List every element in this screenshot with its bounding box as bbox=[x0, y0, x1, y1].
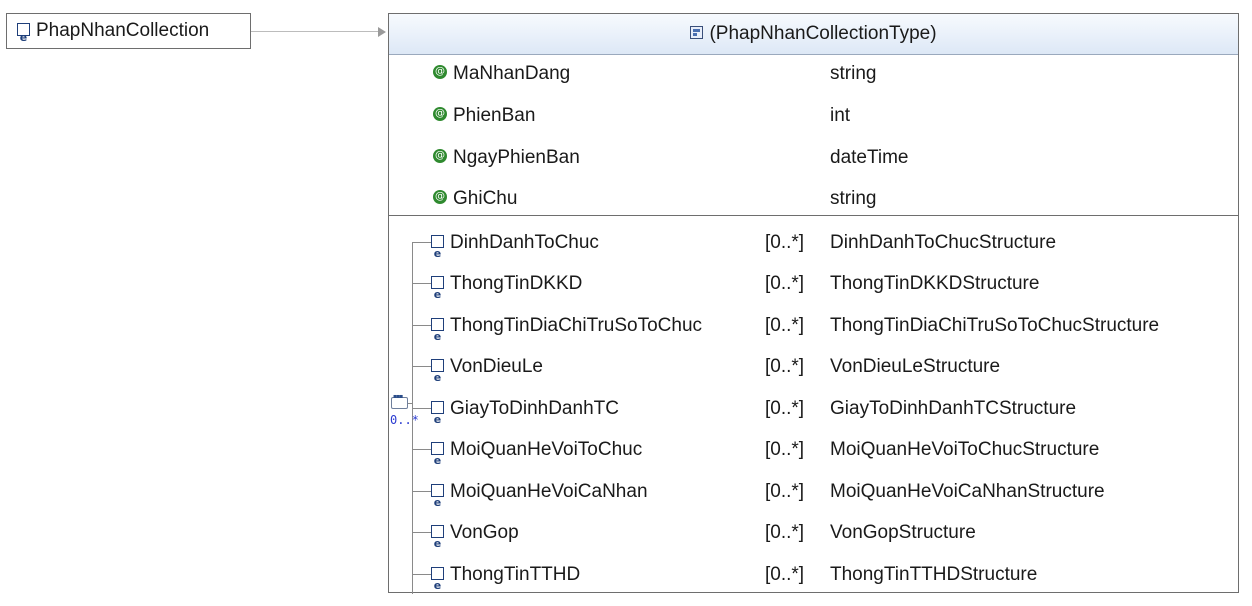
complex-type-header[interactable]: (PhapNhanCollectionType) bbox=[389, 14, 1238, 55]
connector-arrow-icon bbox=[378, 27, 386, 37]
sequence-compositor-icon[interactable] bbox=[391, 393, 408, 409]
element-name: MoiQuanHeVoiCaNhan bbox=[450, 481, 648, 502]
attribute-type: string bbox=[830, 188, 877, 209]
tree-connector bbox=[412, 449, 431, 450]
attribute-name: MaNhanDang bbox=[453, 63, 571, 84]
complex-type-icon bbox=[690, 26, 704, 40]
element-cardinality: [0..*] bbox=[765, 398, 805, 419]
tree-connector bbox=[412, 325, 431, 326]
child-element-row[interactable]: ThongTinDKKD [0..*] ThongTinDKKDStructur… bbox=[389, 263, 1238, 315]
child-element-row[interactable]: VonDieuLe [0..*] VonDieuLeStructure bbox=[389, 346, 1238, 398]
element-type: MoiQuanHeVoiToChucStructure bbox=[830, 439, 1100, 460]
tree-connector bbox=[412, 366, 431, 367]
attribute-row[interactable]: @ MaNhanDang string bbox=[389, 53, 1238, 95]
element-cardinality: [0..*] bbox=[765, 232, 805, 253]
element-name: VonGop bbox=[450, 522, 519, 543]
tree-connector bbox=[412, 491, 431, 492]
sequence-cardinality: 0..* bbox=[390, 413, 419, 427]
tree-connector bbox=[412, 532, 431, 533]
child-element-row[interactable]: ThongTinTTHD [0..*] ThongTinTTHDStructur… bbox=[389, 554, 1238, 606]
attribute-type: dateTime bbox=[830, 147, 909, 168]
element-cardinality: [0..*] bbox=[765, 564, 805, 585]
attribute-row[interactable]: @ GhiChu string bbox=[389, 178, 1238, 220]
root-element-label: PhapNhanCollection bbox=[36, 20, 210, 41]
attribute-type: string bbox=[830, 63, 877, 84]
element-cardinality: [0..*] bbox=[765, 522, 805, 543]
attribute-icon: @ bbox=[433, 148, 447, 163]
attribute-type: int bbox=[830, 105, 851, 126]
element-name: ThongTinDKKD bbox=[450, 273, 583, 294]
attribute-row[interactable]: @ NgayPhienBan dateTime bbox=[389, 137, 1238, 179]
sequence-connector bbox=[408, 403, 412, 404]
element-cardinality: [0..*] bbox=[765, 273, 805, 294]
element-name: DinhDanhToChuc bbox=[450, 232, 599, 253]
element-name: ThongTinTTHD bbox=[450, 564, 581, 585]
tree-connector bbox=[412, 408, 431, 409]
element-name: VonDieuLe bbox=[450, 356, 543, 377]
child-element-row[interactable]: ThongTinDiaChiTruSoToChuc [0..*] ThongTi… bbox=[389, 305, 1238, 357]
element-icon bbox=[431, 357, 444, 398]
element-type: VonGopStructure bbox=[830, 522, 976, 543]
child-element-row[interactable]: VonGop [0..*] VonGopStructure bbox=[389, 512, 1238, 564]
child-element-row[interactable]: MoiQuanHeVoiToChuc [0..*] MoiQuanHeVoiTo… bbox=[389, 429, 1238, 481]
element-cardinality: [0..*] bbox=[765, 315, 805, 336]
element-icon bbox=[431, 482, 444, 523]
element-type: ThongTinTTHDStructure bbox=[830, 564, 1038, 585]
tree-connector bbox=[412, 242, 431, 243]
element-icon bbox=[431, 316, 444, 357]
element-icon bbox=[431, 523, 444, 564]
element-icon bbox=[431, 399, 444, 440]
attribute-name: GhiChu bbox=[453, 188, 518, 209]
element-type: GiayToDinhDanhTCStructure bbox=[830, 398, 1077, 419]
element-type: MoiQuanHeVoiCaNhanStructure bbox=[830, 481, 1105, 502]
child-element-row[interactable]: MoiQuanHeVoiCaNhan [0..*] MoiQuanHeVoiCa… bbox=[389, 471, 1238, 523]
element-type: VonDieuLeStructure bbox=[830, 356, 1001, 377]
attribute-icon: @ bbox=[433, 106, 447, 121]
element-icon bbox=[431, 274, 444, 315]
element-type: ThongTinDKKDStructure bbox=[830, 273, 1040, 294]
child-element-row[interactable]: GiayToDinhDanhTC [0..*] GiayToDinhDanhTC… bbox=[389, 388, 1238, 440]
element-cardinality: [0..*] bbox=[765, 439, 805, 460]
element-icon bbox=[17, 21, 30, 55]
element-type: DinhDanhToChucStructure bbox=[830, 232, 1057, 253]
element-name: GiayToDinhDanhTC bbox=[450, 398, 619, 419]
attribute-icon: @ bbox=[433, 189, 447, 204]
element-icon bbox=[431, 440, 444, 481]
tree-connector bbox=[412, 283, 431, 284]
element-cardinality: [0..*] bbox=[765, 481, 805, 502]
element-name: MoiQuanHeVoiToChuc bbox=[450, 439, 643, 460]
element-type: ThongTinDiaChiTruSoToChucStructure bbox=[830, 315, 1160, 336]
tree-connector bbox=[412, 574, 431, 575]
attribute-name: NgayPhienBan bbox=[453, 147, 580, 168]
element-icon bbox=[431, 565, 444, 606]
complex-type-label: (PhapNhanCollectionType) bbox=[709, 23, 937, 44]
element-name: ThongTinDiaChiTruSoToChuc bbox=[450, 315, 703, 336]
child-element-row[interactable]: DinhDanhToChuc [0..*] DinhDanhToChucStru… bbox=[389, 222, 1238, 274]
attribute-name: PhienBan bbox=[453, 105, 536, 126]
root-element-node[interactable]: PhapNhanCollection bbox=[6, 13, 251, 55]
element-cardinality: [0..*] bbox=[765, 356, 805, 377]
section-divider bbox=[389, 215, 1238, 216]
attribute-icon: @ bbox=[433, 64, 447, 79]
complex-type-box[interactable]: (PhapNhanCollectionType) @ MaNhanDang str… bbox=[388, 13, 1239, 606]
connector-line bbox=[251, 31, 379, 32]
element-icon bbox=[431, 233, 444, 274]
attribute-row[interactable]: @ PhienBan int bbox=[389, 95, 1238, 137]
